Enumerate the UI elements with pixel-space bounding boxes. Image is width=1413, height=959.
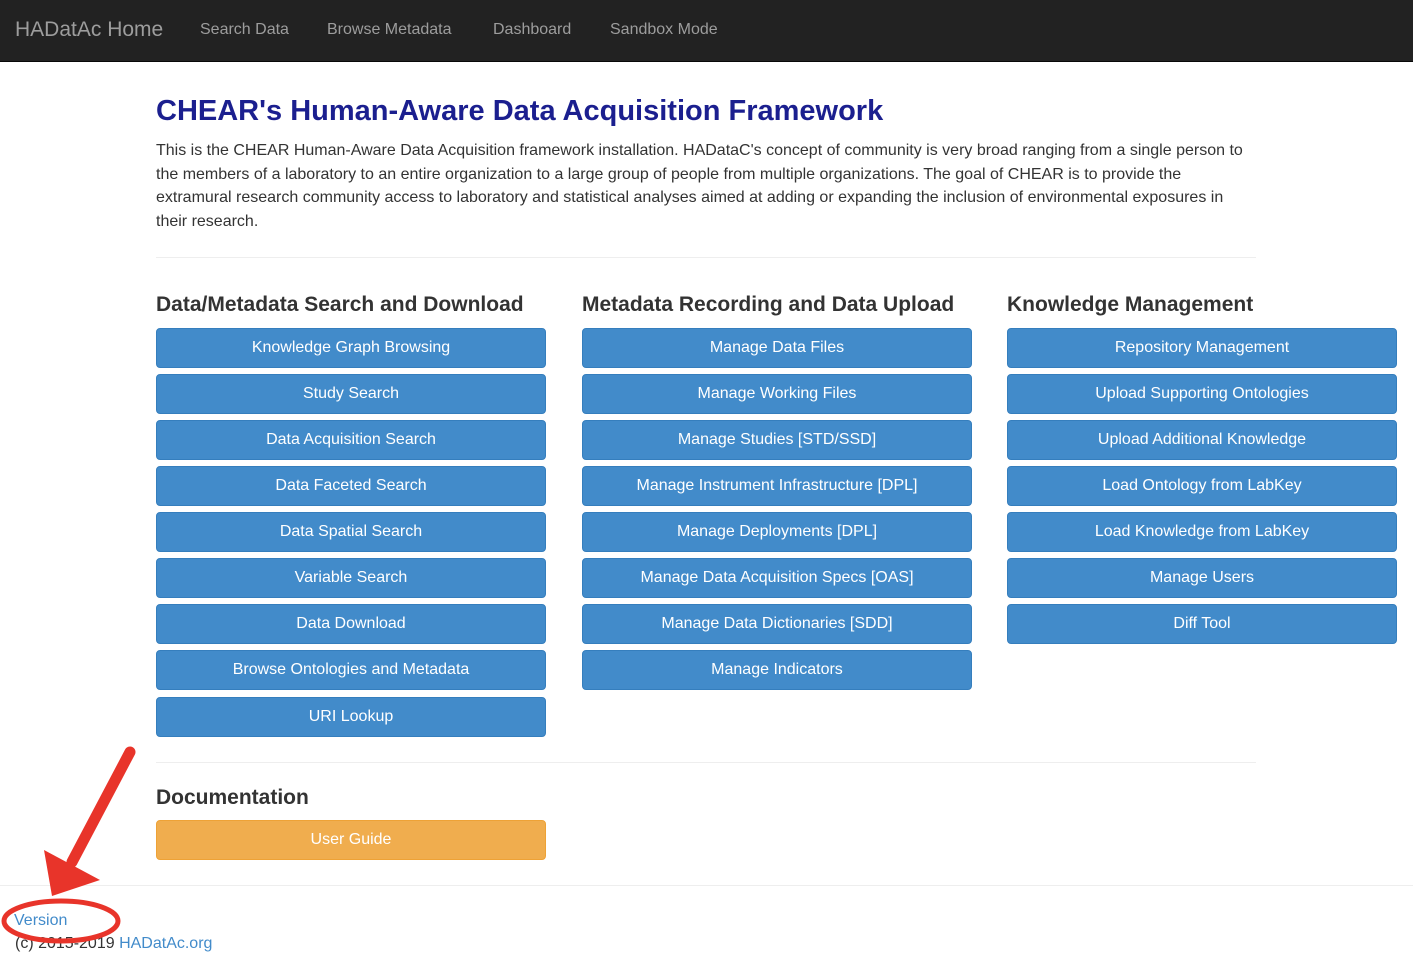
section-title-documentation: Documentation bbox=[156, 786, 309, 809]
study-search-button[interactable]: Study Search bbox=[156, 374, 546, 414]
nav-browse-metadata[interactable]: Browse Metadata bbox=[327, 21, 452, 39]
nav-search-data[interactable]: Search Data bbox=[200, 21, 289, 39]
intro-paragraph: This is the CHEAR Human-Aware Data Acqui… bbox=[156, 142, 1243, 230]
page-title: CHEAR's Human-Aware Data Acquisition Fra… bbox=[156, 95, 884, 127]
annotation-arrow-icon bbox=[1, 746, 136, 944]
manage-data-acquisition-specs-button[interactable]: Manage Data Acquisition Specs [OAS] bbox=[582, 558, 972, 598]
upload-supporting-ontologies-button[interactable]: Upload Supporting Ontologies bbox=[1007, 374, 1397, 414]
section-title-knowledge: Knowledge Management bbox=[1007, 293, 1254, 316]
section-title-search: Data/Metadata Search and Download bbox=[156, 293, 524, 316]
footer-divider bbox=[0, 885, 1413, 886]
data-spatial-search-button[interactable]: Data Spatial Search bbox=[156, 512, 546, 552]
knowledge-graph-browsing-button[interactable]: Knowledge Graph Browsing bbox=[156, 328, 546, 368]
browse-ontologies-button[interactable]: Browse Ontologies and Metadata bbox=[156, 650, 546, 690]
manage-studies-button[interactable]: Manage Studies [STD/SSD] bbox=[582, 420, 972, 460]
user-guide-button[interactable]: User Guide bbox=[156, 820, 546, 860]
section-title-recording: Metadata Recording and Data Upload bbox=[582, 293, 955, 316]
upload-additional-knowledge-button[interactable]: Upload Additional Knowledge bbox=[1007, 420, 1397, 460]
repository-management-button[interactable]: Repository Management bbox=[1007, 328, 1397, 368]
manage-users-button[interactable]: Manage Users bbox=[1007, 558, 1397, 598]
manage-working-files-button[interactable]: Manage Working Files bbox=[582, 374, 972, 414]
variable-search-button[interactable]: Variable Search bbox=[156, 558, 546, 598]
manage-data-files-button[interactable]: Manage Data Files bbox=[582, 328, 972, 368]
manage-instrument-infrastructure-button[interactable]: Manage Instrument Infrastructure [DPL] bbox=[582, 466, 972, 506]
manage-indicators-button[interactable]: Manage Indicators bbox=[582, 650, 972, 690]
uri-lookup-button[interactable]: URI Lookup bbox=[156, 697, 546, 737]
load-knowledge-from-labkey-button[interactable]: Load Knowledge from LabKey bbox=[1007, 512, 1397, 552]
data-acquisition-search-button[interactable]: Data Acquisition Search bbox=[156, 420, 546, 460]
manage-deployments-button[interactable]: Manage Deployments [DPL] bbox=[582, 512, 972, 552]
manage-data-dictionaries-button[interactable]: Manage Data Dictionaries [SDD] bbox=[582, 604, 972, 644]
nav-dashboard[interactable]: Dashboard bbox=[493, 21, 571, 39]
top-navbar: HADatAc Home Search Data Browse Metadata… bbox=[0, 0, 1413, 62]
diff-tool-button[interactable]: Diff Tool bbox=[1007, 604, 1397, 644]
divider bbox=[156, 762, 1256, 763]
data-faceted-search-button[interactable]: Data Faceted Search bbox=[156, 466, 546, 506]
load-ontology-from-labkey-button[interactable]: Load Ontology from LabKey bbox=[1007, 466, 1397, 506]
nav-sandbox-mode[interactable]: Sandbox Mode bbox=[610, 21, 718, 39]
divider bbox=[156, 257, 1256, 258]
data-download-button[interactable]: Data Download bbox=[156, 604, 546, 644]
brand-home-link[interactable]: HADatAc Home bbox=[15, 18, 163, 42]
